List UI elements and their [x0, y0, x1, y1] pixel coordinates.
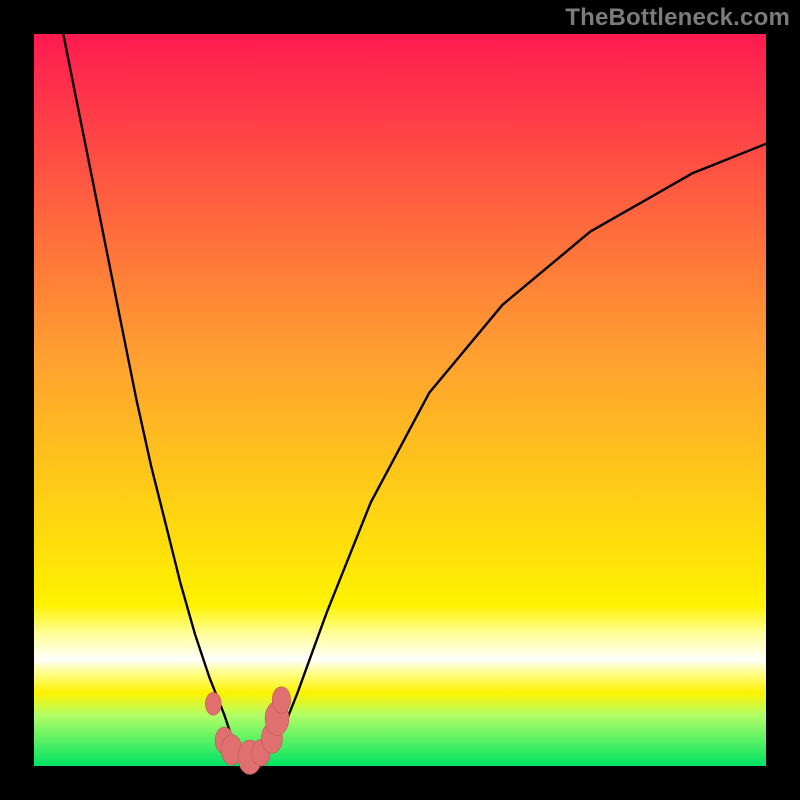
chart-frame: { "watermark": "TheBottleneck.com", "col…: [0, 0, 800, 800]
plot-background: [34, 34, 766, 766]
watermark-text: TheBottleneck.com: [565, 4, 790, 32]
data-dot: [205, 692, 221, 715]
bottleneck-chart: [0, 0, 800, 800]
data-dot: [272, 687, 290, 714]
